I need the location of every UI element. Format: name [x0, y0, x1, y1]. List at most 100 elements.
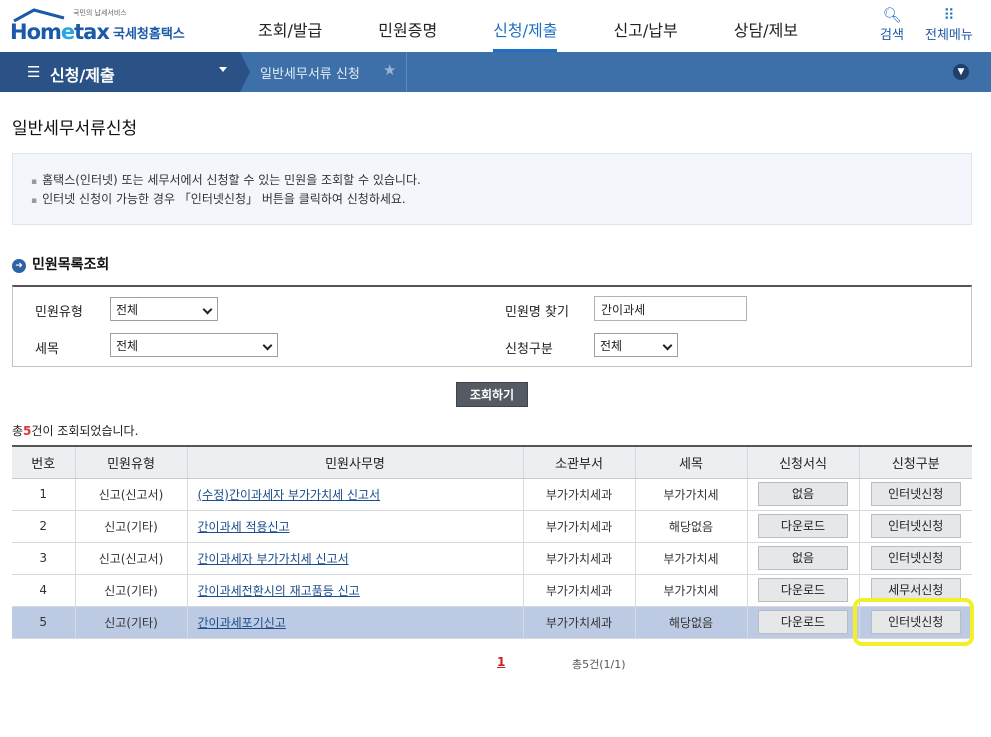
cell-type: 신고(기타) [75, 574, 188, 607]
search-button[interactable]: 조회하기 [456, 382, 528, 407]
expand-circle-icon[interactable]: ▼ [953, 64, 969, 80]
apply-button[interactable]: 인터넷신청 [870, 482, 961, 506]
search-tool[interactable]: 🔍︎ 검색 [880, 6, 904, 43]
header-apply: 신청구분 [859, 445, 972, 479]
highlight-annotation [853, 598, 974, 646]
grid-menu-icon: ⠿ [943, 6, 955, 24]
cell-no: 4 [12, 574, 76, 607]
cell-type: 신고(신고서) [75, 542, 188, 575]
info-box: 홈택스(인터넷) 또는 세무서에서 신청할 수 있는 민원을 조회할 수 있습니… [12, 153, 972, 225]
header-dept: 소관부서 [523, 445, 636, 479]
breadcrumb-divider [406, 52, 407, 92]
pagination-total: 총5건(1/1) [572, 658, 626, 671]
civil-service-link[interactable]: (수정)간이과세자 부가가치세 신고서 [198, 488, 381, 502]
location-main-label: 신청/제출 [50, 66, 115, 85]
search-icon: 🔍︎ [882, 6, 902, 24]
type-select[interactable]: 전체 [110, 297, 218, 321]
apply-select[interactable]: 전체 [594, 333, 678, 357]
apply-button[interactable]: 인터넷신청 [870, 546, 961, 570]
logo-tagline: 국민의 납세서비스 [73, 9, 127, 17]
table-row: 2 신고(기타) 간이과세 적용신고 부가가치세과 해당없음 다운로드 인터넷신… [12, 510, 972, 543]
hamburger-icon: ☰ [27, 63, 41, 81]
header-tax: 세목 [635, 445, 748, 479]
chevron-down-icon [219, 67, 227, 72]
table-row-selected: 5 신고(기타) 간이과세포기신고 부가가치세과 해당없음 다운로드 인터넷신청 [12, 606, 972, 639]
header-type: 민원유형 [75, 445, 188, 479]
cell-name: 간이과세자 부가가치세 신고서 [187, 542, 524, 575]
cell-tax: 해당없음 [635, 606, 748, 639]
top-header: 국민의 납세서비스 Hometax 국세청홈택스 조회/발급 민원증명 신청/제… [0, 0, 991, 52]
nav-item-certificate[interactable]: 민원증명 [378, 0, 437, 52]
cell-type: 신고(기타) [75, 606, 188, 639]
hometax-logo[interactable]: 국민의 납세서비스 Hometax 국세청홈택스 [10, 6, 195, 46]
page-link-current[interactable]: 1 [497, 655, 505, 669]
cell-tax: 부가가치세 [635, 542, 748, 575]
form-button[interactable]: 다운로드 [758, 578, 848, 602]
favorite-star-icon[interactable]: ★ [383, 61, 396, 79]
all-menu-label: 전체메뉴 [925, 28, 973, 43]
select-arrow-icon [662, 340, 673, 351]
cell-name: 간이과세 적용신고 [187, 510, 524, 543]
select-arrow-icon [202, 304, 213, 315]
result-count: 총5건이 조회되었습니다. [12, 424, 139, 438]
logo-wordmark: Hometax [10, 20, 110, 44]
civil-service-link[interactable]: 간이과세포기신고 [198, 616, 286, 630]
cell-no: 1 [12, 478, 76, 511]
location-main-menu[interactable]: ☰ 신청/제출 [0, 52, 240, 92]
cell-dept: 부가가치세과 [523, 510, 636, 543]
header-name: 민원사무명 [187, 445, 524, 479]
table-row: 4 신고(기타) 간이과세전환시의 재고품등 신고 부가가치세과 부가가치세 다… [12, 574, 972, 607]
table-header-row: 번호 민원유형 민원사무명 소관부서 세목 신청서식 신청구분 [12, 445, 972, 479]
cell-dept: 부가가치세과 [523, 574, 636, 607]
civil-service-link[interactable]: 간이과세 적용신고 [198, 520, 290, 534]
cell-apply: 인터넷신청 [859, 478, 972, 511]
cell-dept: 부가가치세과 [523, 542, 636, 575]
cell-tax: 해당없음 [635, 510, 748, 543]
form-button[interactable]: 없음 [758, 482, 848, 506]
civil-service-link[interactable]: 간이과세전환시의 재고품등 신고 [198, 584, 360, 598]
name-search-input[interactable]: 간이과세 [594, 296, 747, 321]
info-line: 인터넷 신청이 가능한 경우 「인터넷신청」 버튼을 클릭하여 신청하세요. [31, 190, 406, 207]
search-panel: 민원유형 전체 세목 전체 민원명 찾기 간이과세 신청구분 전체 [12, 285, 972, 367]
cell-form: 다운로드 [747, 574, 860, 607]
cell-no: 3 [12, 542, 76, 575]
location-sub-label[interactable]: 일반세무서류 신청 [260, 63, 360, 82]
breadcrumb-separator [240, 52, 250, 92]
nav-item-lookup[interactable]: 조회/발급 [258, 0, 322, 52]
cell-no: 2 [12, 510, 76, 543]
cell-type: 신고(신고서) [75, 478, 188, 511]
cell-name: 간이과세전환시의 재고품등 신고 [187, 574, 524, 607]
cell-name: (수정)간이과세자 부가가치세 신고서 [187, 478, 524, 511]
cell-form: 다운로드 [747, 606, 860, 639]
cell-apply: 인터넷신청 [859, 542, 972, 575]
table-row: 3 신고(신고서) 간이과세자 부가가치세 신고서 부가가치세과 부가가치세 없… [12, 542, 972, 575]
table-row: 1 신고(신고서) (수정)간이과세자 부가가치세 신고서 부가가치세과 부가가… [12, 478, 972, 511]
apply-button[interactable]: 인터넷신청 [870, 514, 961, 538]
form-button[interactable]: 없음 [758, 546, 848, 570]
search-tool-label: 검색 [880, 28, 904, 43]
civil-service-link[interactable]: 간이과세자 부가가치세 신고서 [198, 552, 349, 566]
name-label: 민원명 찾기 [505, 305, 569, 320]
apply-label: 신청구분 [505, 342, 553, 357]
nav-item-apply[interactable]: 신청/제출 [493, 0, 558, 52]
form-button[interactable]: 다운로드 [758, 610, 848, 634]
page-title: 일반세무서류신청 [12, 119, 138, 139]
form-button[interactable]: 다운로드 [758, 514, 848, 538]
header-form: 신청서식 [747, 445, 860, 479]
cell-name: 간이과세포기신고 [187, 606, 524, 639]
tax-select[interactable]: 전체 [110, 333, 278, 357]
cell-apply: 인터넷신청 [859, 510, 972, 543]
cell-tax: 부가가치세 [635, 478, 748, 511]
all-menu-tool[interactable]: ⠿ 전체메뉴 [925, 6, 973, 43]
info-line: 홈택스(인터넷) 또는 세무서에서 신청할 수 있는 민원을 조회할 수 있습니… [31, 171, 421, 188]
logo-name: 국세청홈택스 [113, 27, 185, 42]
result-table: 번호 민원유형 민원사무명 소관부서 세목 신청서식 신청구분 1 신고(신고서… [12, 445, 972, 639]
cell-form: 다운로드 [747, 510, 860, 543]
select-arrow-icon [262, 340, 273, 351]
cell-no: 5 [12, 606, 76, 639]
cell-dept: 부가가치세과 [523, 478, 636, 511]
tax-label: 세목 [35, 342, 59, 357]
nav-item-consult[interactable]: 상담/제보 [734, 0, 798, 52]
nav-item-report-pay[interactable]: 신고/납부 [613, 0, 677, 52]
location-bar: ☰ 신청/제출 일반세무서류 신청 ★ ▼ [0, 52, 991, 92]
